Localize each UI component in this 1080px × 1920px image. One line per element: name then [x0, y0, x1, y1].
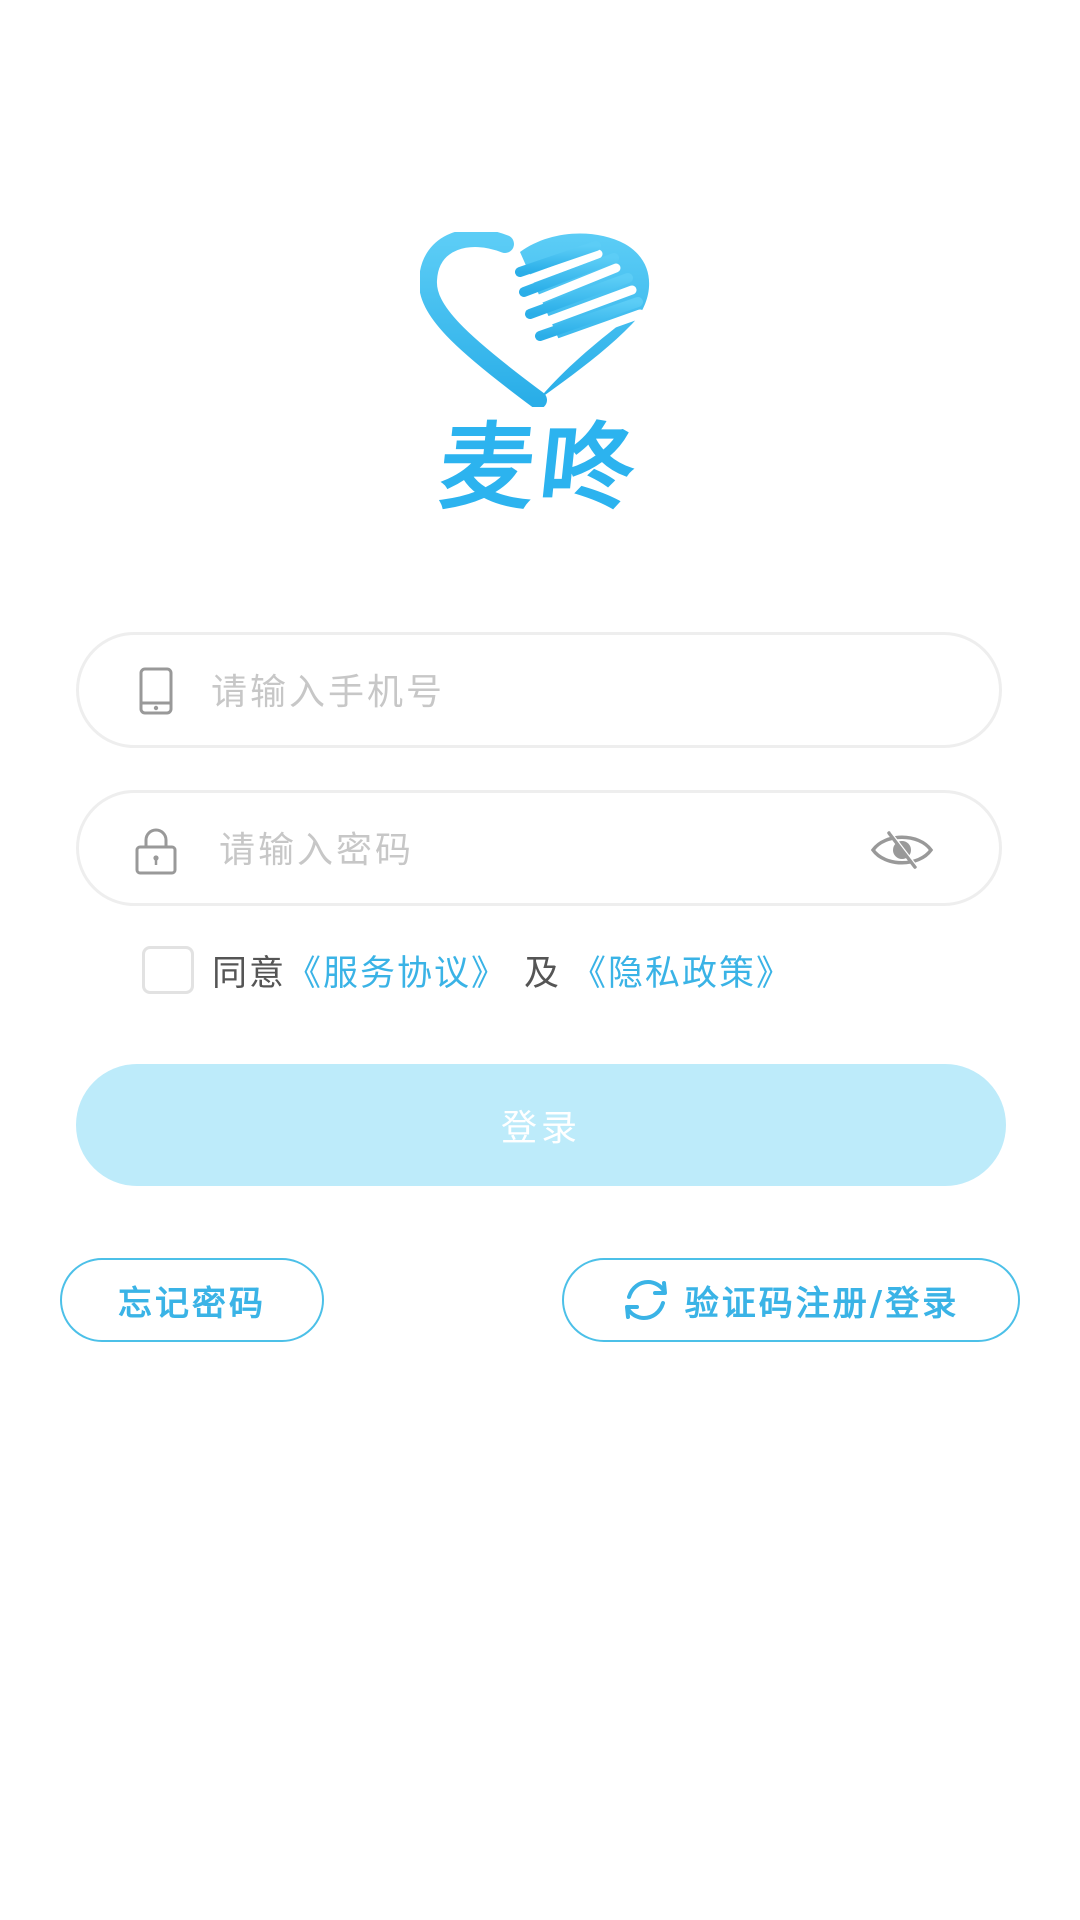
password-field[interactable] — [76, 790, 1002, 906]
password-input[interactable] — [217, 813, 861, 887]
lock-icon — [135, 828, 177, 875]
sms-login-button[interactable]: 验证码注册/登录 — [562, 1258, 1020, 1342]
privacy-policy-link[interactable]: 《隐私政策》 — [571, 945, 793, 996]
login-button[interactable]: 登录 — [76, 1064, 1006, 1186]
agreement-row: 同意 《服务协议》 及 《隐私政策》 — [142, 944, 793, 996]
phone-input[interactable] — [209, 655, 853, 729]
service-agreement-link[interactable]: 《服务协议》 — [286, 945, 508, 996]
phone-field[interactable] — [76, 632, 1002, 748]
eye-hidden-icon[interactable] — [869, 827, 935, 873]
login-screen: 麦咚 同意 《服务协议》 及 《隐私政策》 登录 — [0, 0, 1080, 1920]
agreement-prefix: 同意 — [212, 953, 287, 994]
forgot-password-label: 忘记密码 — [118, 1283, 266, 1324]
sms-login-label: 验证码注册/登录 — [684, 1283, 960, 1324]
agreement-and: 及 — [524, 953, 560, 994]
refresh-icon — [624, 1279, 667, 1321]
heart-hand-logo-icon — [420, 232, 650, 407]
forgot-password-button[interactable]: 忘记密码 — [60, 1258, 324, 1342]
phone-icon — [139, 667, 173, 715]
agreement-checkbox[interactable] — [142, 946, 194, 994]
brand-name: 麦咚 — [434, 414, 646, 523]
